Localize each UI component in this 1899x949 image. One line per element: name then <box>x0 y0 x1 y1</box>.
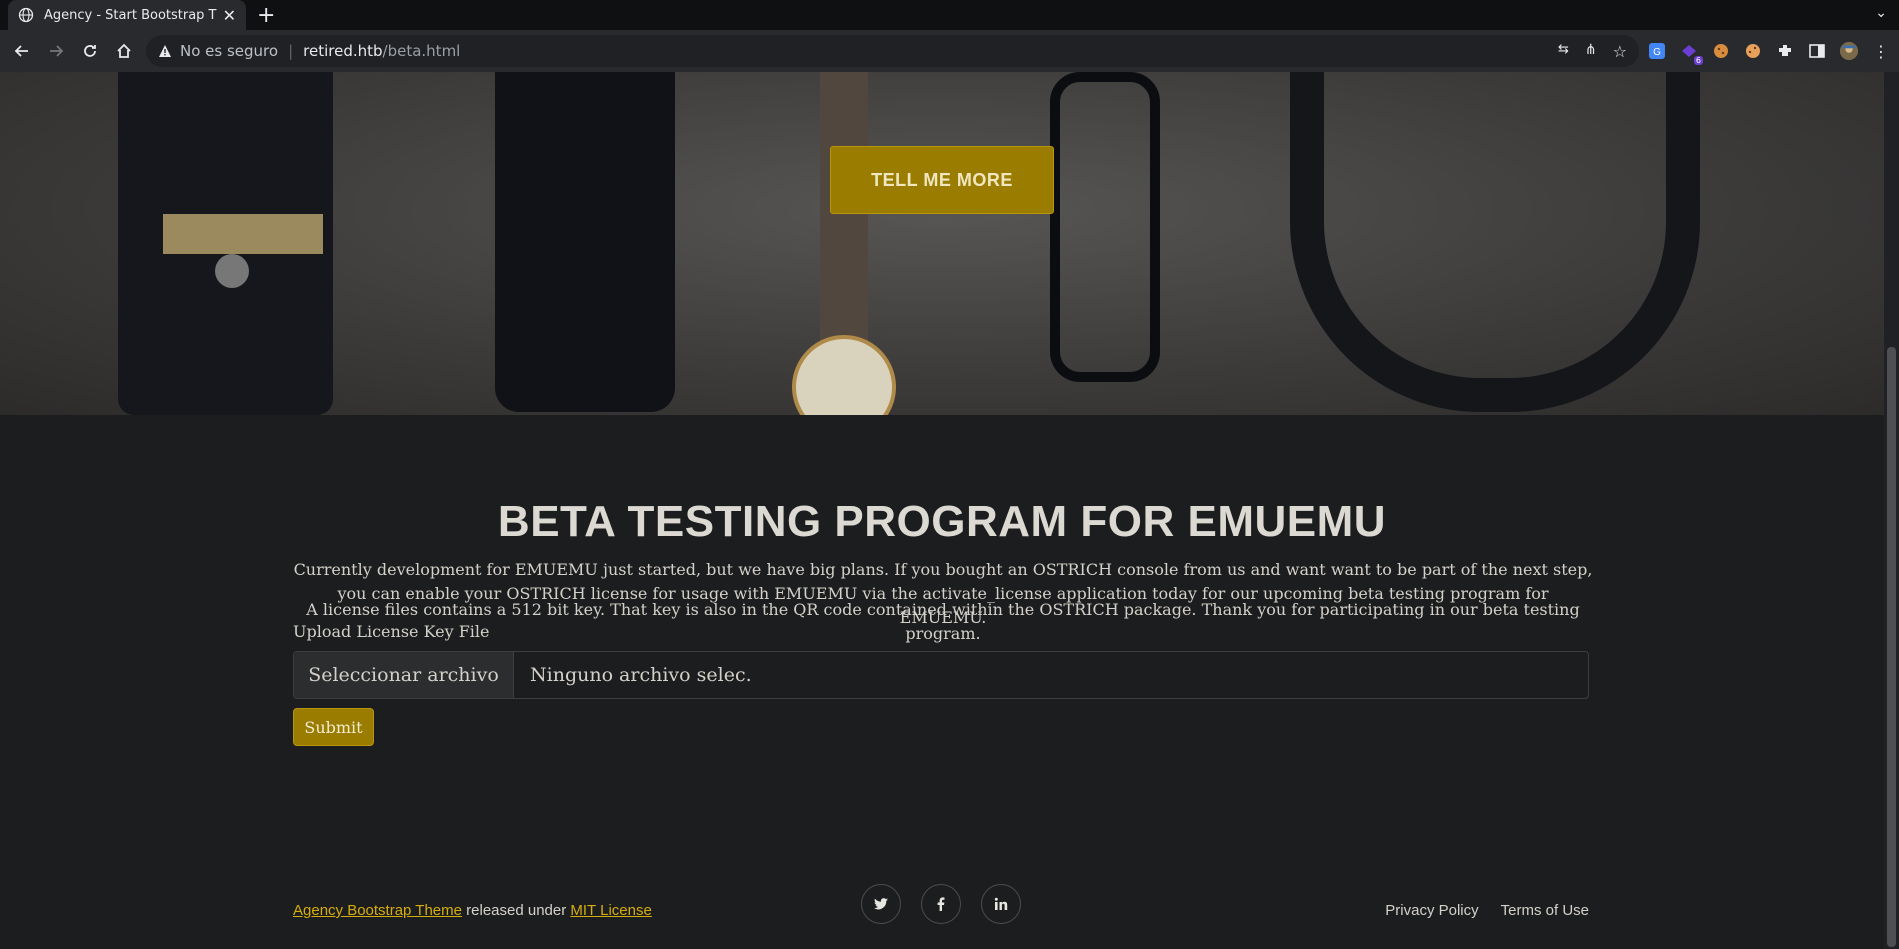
extension-badge: 6 <box>1693 56 1703 65</box>
headphones-image <box>1290 72 1700 412</box>
reload-button[interactable] <box>76 37 104 65</box>
url-path: /beta.html <box>382 42 461 60</box>
watch-strap-image <box>820 72 868 367</box>
tab-strip: Agency - Start Bootstrap Theme ✕ + ⌄ <box>0 0 1899 30</box>
license-file-input[interactable]: Seleccionar archivo Ninguno archivo sele… <box>293 651 1589 699</box>
home-icon <box>117 43 131 58</box>
phone-image <box>495 72 675 412</box>
wallet-button-image <box>215 254 249 288</box>
extensions-area: G 6 ⋮ <box>1647 41 1891 65</box>
new-tab-button[interactable]: + <box>257 3 275 28</box>
browser-tab[interactable]: Agency - Start Bootstrap Theme ✕ <box>8 0 246 30</box>
upload-label: Upload License Key File <box>293 622 490 641</box>
close-tab-icon[interactable]: ✕ <box>223 6 236 25</box>
social-links <box>861 884 1021 924</box>
tab-title: Agency - Start Bootstrap Theme <box>44 7 217 23</box>
footer-links: Privacy Policy Terms of Use <box>1385 902 1589 919</box>
url-host: retired.htb <box>303 42 383 60</box>
bookmark-star-icon[interactable]: ☆ <box>1613 42 1627 61</box>
scrollbar-thumb[interactable] <box>1887 347 1896 947</box>
footer-credit: Agency Bootstrap Theme released under MI… <box>293 902 652 919</box>
glasses-image <box>1050 72 1160 382</box>
cookie-extension-icon[interactable] <box>1711 41 1731 61</box>
agency-theme-link[interactable]: Agency Bootstrap Theme <box>293 902 462 919</box>
address-bar[interactable]: No es seguro | retired.htb/beta.html ⇆ ⋔… <box>146 35 1639 67</box>
purple-extension-icon[interactable]: 6 <box>1679 41 1703 65</box>
page-viewport: TELL ME MORE BETA TESTING PROGRAM FOR EM… <box>0 72 1884 949</box>
svg-text:G: G <box>1653 47 1661 58</box>
footer: Agency Bootstrap Theme released under MI… <box>0 870 1884 930</box>
page-scrollbar[interactable] <box>1884 72 1899 949</box>
security-label[interactable]: No es seguro <box>180 42 278 60</box>
back-arrow-icon <box>14 45 28 57</box>
terms-of-use-link[interactable]: Terms of Use <box>1501 902 1589 919</box>
google-translate-extension-icon[interactable]: G <box>1647 41 1667 61</box>
forward-arrow-icon <box>50 45 64 57</box>
reload-icon <box>84 45 96 57</box>
home-button[interactable] <box>110 37 138 65</box>
side-panel-icon[interactable] <box>1807 41 1827 61</box>
submit-button[interactable]: Submit <box>293 708 374 746</box>
browser-menu-icon[interactable]: ⋮ <box>1871 41 1891 61</box>
share-icon[interactable]: ⋔ <box>1585 42 1597 61</box>
beta-section: BETA TESTING PROGRAM FOR EMUEMU Currentl… <box>0 415 1884 949</box>
choose-file-button[interactable]: Seleccionar archivo <box>294 652 514 698</box>
globe-icon <box>18 7 34 23</box>
file-status-text: Ninguno archivo selec. <box>530 664 752 686</box>
mit-license-link[interactable]: MIT License <box>570 902 651 919</box>
twitter-icon[interactable] <box>861 884 901 924</box>
card-image <box>163 214 323 254</box>
browser-toolbar: No es seguro | retired.htb/beta.html ⇆ ⋔… <box>0 30 1899 72</box>
tell-me-more-button[interactable]: TELL ME MORE <box>830 146 1054 214</box>
page-title: BETA TESTING PROGRAM FOR EMUEMU <box>497 497 1387 546</box>
hero-section: TELL ME MORE <box>0 72 1884 415</box>
warning-icon <box>159 45 171 57</box>
profile-avatar[interactable] <box>1839 41 1859 61</box>
translate-icon[interactable]: ⇆ <box>1558 42 1569 61</box>
released-under-text: released under <box>461 902 571 919</box>
back-button[interactable] <box>8 37 36 65</box>
facebook-icon[interactable] <box>921 884 961 924</box>
privacy-policy-link[interactable]: Privacy Policy <box>1385 902 1478 919</box>
puzzle-extensions-icon[interactable] <box>1775 41 1795 61</box>
forward-button[interactable] <box>42 37 70 65</box>
tab-search-icon[interactable]: ⌄ <box>1875 5 1887 21</box>
linkedin-icon[interactable] <box>981 884 1021 924</box>
cookie2-extension-icon[interactable] <box>1743 41 1763 61</box>
omnibox-separator: | <box>288 42 294 60</box>
